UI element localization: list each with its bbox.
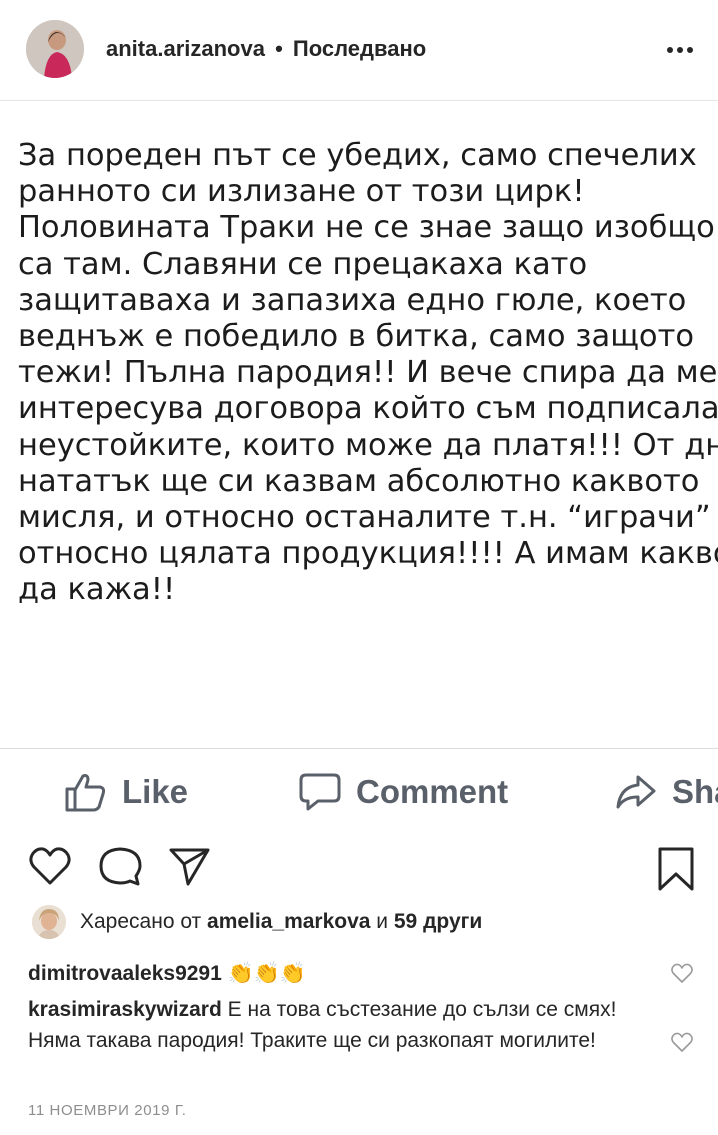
post-image-text: За пореден път се убедих, само спечелих …: [0, 100, 718, 749]
send-icon[interactable]: [168, 846, 212, 888]
post-body-text: За пореден път се убедих, само спечелих …: [18, 138, 718, 608]
like-button[interactable]: Like: [64, 772, 188, 812]
post-header: anita.arizanova • Последвано: [0, 0, 718, 101]
instagram-action-bar: [0, 840, 718, 892]
follow-status[interactable]: Последвано: [293, 36, 426, 61]
comment-item: dimitrovaaleks9291 👏👏👏: [28, 958, 648, 989]
share-button[interactable]: Share: [614, 772, 718, 812]
comment-item: krasimiraskywizard Е на това състезание …: [28, 994, 648, 1056]
post-date: 11 НОЕМВРИ 2019 Г.: [28, 1102, 187, 1119]
comment-bubble-icon: [299, 773, 341, 811]
small-heart-icon[interactable]: [670, 1031, 694, 1053]
like-label: Like: [122, 773, 189, 810]
heart-icon[interactable]: [28, 846, 72, 886]
liker-username[interactable]: amelia_markova: [207, 910, 370, 934]
small-heart-icon[interactable]: [670, 962, 694, 984]
share-label: Share: [672, 773, 718, 810]
thumbs-up-icon: [65, 774, 106, 812]
comment-icon[interactable]: [98, 846, 142, 888]
comment-username[interactable]: krasimiraskywizard: [28, 998, 222, 1021]
comment-label: Comment: [356, 773, 509, 810]
likes-prefix: Харесано от: [80, 910, 208, 933]
share-arrow-icon: [616, 775, 656, 809]
comment-text: 👏👏👏: [221, 962, 307, 985]
separator-dot: •: [275, 36, 283, 61]
more-icon[interactable]: [660, 38, 700, 62]
likes-summary[interactable]: Харесано от amelia_markova и 59 други: [32, 902, 482, 942]
avatar[interactable]: [26, 20, 84, 78]
bookmark-icon[interactable]: [656, 846, 696, 892]
likes-others-count[interactable]: 59 други: [394, 910, 482, 934]
header-title: anita.arizanova • Последвано: [106, 36, 426, 62]
likes-middle: и: [370, 910, 394, 933]
comment-username[interactable]: dimitrovaaleks9291: [28, 962, 222, 985]
liker-avatar: [32, 905, 66, 939]
facebook-action-bar: Like Comment Share: [0, 748, 718, 836]
comment-button[interactable]: Comment: [298, 772, 508, 812]
username-link[interactable]: anita.arizanova: [106, 36, 265, 61]
